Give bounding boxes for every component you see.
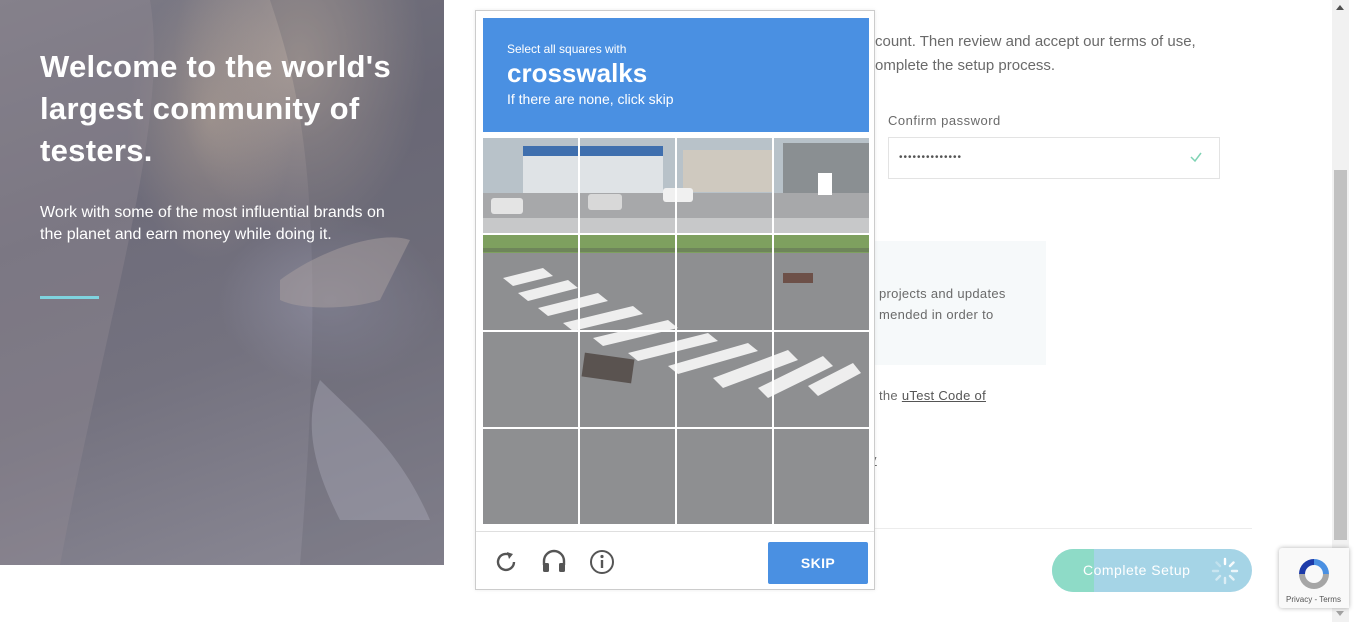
captcha-tile[interactable] — [483, 332, 578, 427]
captcha-tile[interactable] — [774, 429, 869, 524]
hero-subtitle: Work with some of the most influential b… — [40, 204, 385, 243]
recaptcha-badge[interactable]: Privacy - Terms — [1279, 548, 1349, 608]
captcha-tile-image — [677, 235, 772, 330]
captcha-tile-image — [774, 138, 869, 233]
captcha-tile[interactable] — [580, 429, 675, 524]
captcha-tile-image — [677, 429, 772, 524]
terms-text: nd the uTest Code of — [860, 388, 986, 403]
captcha-tile[interactable] — [677, 332, 772, 427]
confirm-password-value: •••••••••••••• — [899, 152, 963, 163]
complete-setup-label: Complete Setup — [1083, 562, 1191, 578]
captcha-instruction-top: Select all squares with — [507, 42, 627, 56]
captcha-tile[interactable] — [774, 332, 869, 427]
headphones-icon[interactable] — [541, 549, 567, 575]
captcha-tile-image — [580, 429, 675, 524]
captcha-tile-image — [774, 429, 869, 524]
captcha-tile[interactable] — [677, 429, 772, 524]
captcha-challenge: Select all squares with crosswalks If th… — [475, 10, 875, 590]
captcha-tile-image — [483, 235, 578, 330]
check-icon — [1190, 152, 1202, 163]
captcha-tile[interactable] — [774, 138, 869, 233]
captcha-tile[interactable] — [483, 429, 578, 524]
captcha-tile-image — [677, 332, 772, 427]
hero-panel: Welcome to the world's largest community… — [0, 0, 444, 565]
intro-text: count. Then review and accept our terms … — [820, 30, 1240, 78]
recaptcha-logo-icon — [1299, 559, 1329, 589]
captcha-tile[interactable] — [774, 235, 869, 330]
captcha-header: Select all squares with crosswalks If th… — [483, 18, 869, 132]
captcha-tile-image — [677, 138, 772, 233]
captcha-tile-image — [774, 235, 869, 330]
confirm-password-label: Confirm password — [888, 113, 1001, 128]
scroll-thumb[interactable] — [1334, 170, 1347, 540]
captcha-tile-image — [774, 332, 869, 427]
captcha-tile-image — [580, 138, 675, 233]
loading-spinner-icon — [1211, 557, 1239, 585]
scroll-up-arrow-icon[interactable] — [1336, 5, 1344, 10]
intro-text-content: count. Then review and accept our terms … — [875, 33, 1196, 74]
notice-text: projects and updates mended in order to — [879, 286, 1006, 322]
info-icon[interactable] — [589, 549, 615, 575]
captcha-tile-image — [580, 235, 675, 330]
code-of-conduct-link[interactable]: uTest Code of — [902, 388, 986, 403]
skip-button[interactable]: SKIP — [768, 542, 868, 584]
captcha-tile-image — [580, 332, 675, 427]
divider — [860, 528, 1252, 529]
captcha-target: crosswalks — [507, 58, 648, 88]
captcha-tile[interactable] — [483, 138, 578, 233]
captcha-image-grid — [483, 138, 869, 524]
page-scrollbar[interactable] — [1332, 0, 1349, 622]
complete-setup-button[interactable]: Complete Setup — [1052, 549, 1252, 592]
captcha-footer: SKIP — [476, 531, 874, 590]
confirm-password-field[interactable]: •••••••••••••• — [888, 137, 1220, 179]
captcha-tile-image — [483, 138, 578, 233]
captcha-tile[interactable] — [580, 332, 675, 427]
scroll-down-arrow-icon[interactable] — [1336, 611, 1344, 616]
recaptcha-links[interactable]: Privacy - Terms — [1286, 595, 1341, 604]
captcha-tile[interactable] — [483, 235, 578, 330]
captcha-tile[interactable] — [580, 235, 675, 330]
captcha-tile[interactable] — [677, 138, 772, 233]
reload-icon[interactable] — [493, 549, 519, 575]
hero-title: Welcome to the world's largest community… — [40, 49, 392, 168]
captcha-tile-image — [483, 429, 578, 524]
captcha-tile[interactable] — [580, 138, 675, 233]
captcha-instruction-bottom: If there are none, click skip — [507, 91, 674, 107]
captcha-tile-image — [483, 332, 578, 427]
captcha-tile[interactable] — [677, 235, 772, 330]
hero-accent-line — [40, 296, 99, 299]
